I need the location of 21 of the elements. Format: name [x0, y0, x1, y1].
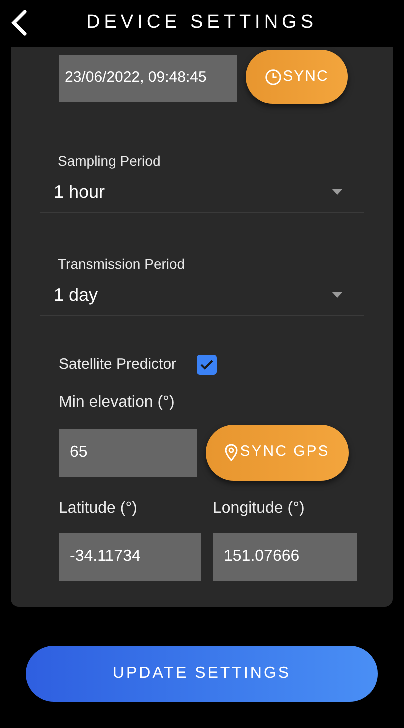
- coordinate-field[interactable]: 151.07666: [213, 532, 357, 580]
- period-dropdown[interactable]: 1 hour: [40, 174, 364, 210]
- dropdown-caret-icon: [332, 292, 343, 298]
- coordinate-field[interactable]: -34.11734: [59, 532, 201, 580]
- datetime-field[interactable]: 23/06/2022, 09:48:45: [59, 55, 237, 102]
- period-dropdown[interactable]: 1 day: [40, 277, 364, 313]
- update-settings-button[interactable]: UPDATE SETTINGS: [26, 646, 378, 702]
- elevation-field[interactable]: 65: [59, 428, 197, 476]
- clock-icon: [265, 68, 282, 86]
- select-label: Sampling Period: [58, 152, 161, 171]
- dropdown-caret-icon: [332, 189, 343, 195]
- page-title: DEVICE SETTINGS: [86, 11, 318, 36]
- satellite-checkbox[interactable]: [196, 355, 217, 376]
- field-label: Latitude (°): [59, 498, 138, 518]
- field-label: Min elevation (°): [59, 392, 175, 412]
- checkbox-label: Satellite Predictor: [59, 355, 177, 375]
- back-icon: [11, 10, 27, 36]
- select-label: Transmission Period: [58, 255, 186, 274]
- checkmark-icon: [200, 359, 214, 372]
- field-label: Longitude (°): [213, 498, 305, 518]
- location-pin-icon: [225, 444, 238, 462]
